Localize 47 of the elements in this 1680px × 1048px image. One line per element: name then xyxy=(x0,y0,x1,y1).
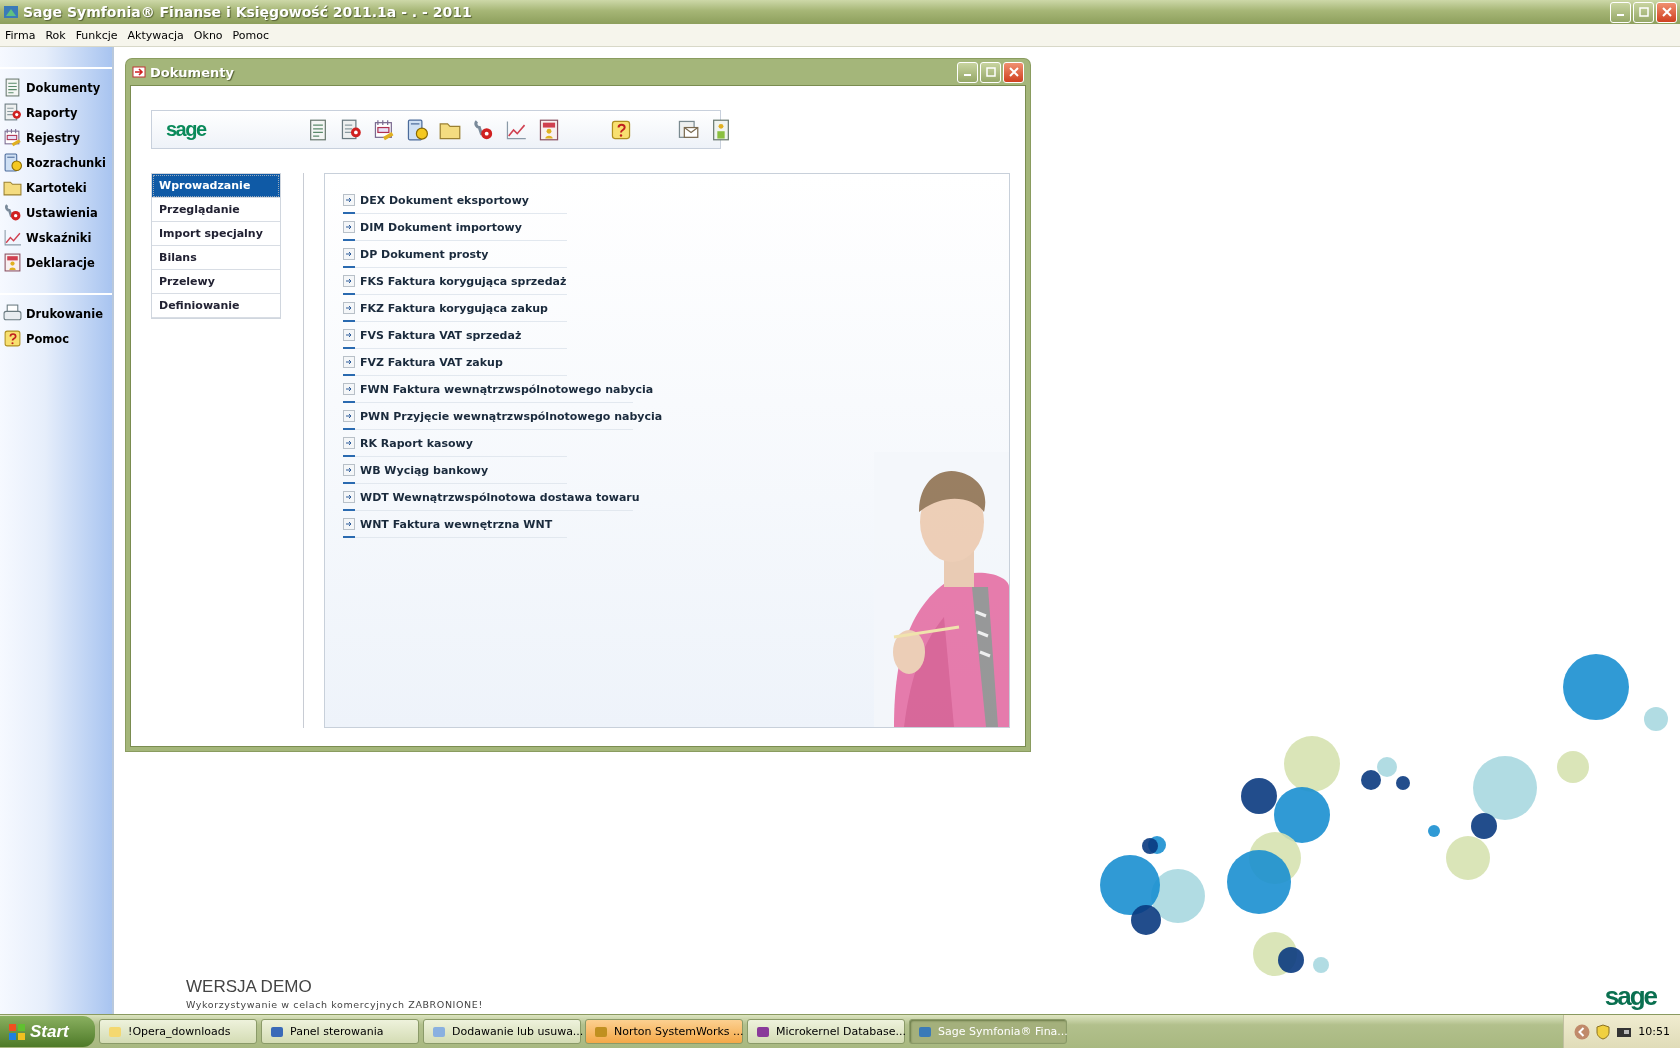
document-link[interactable]: WNT Faktura wewnętrzna WNT xyxy=(360,517,553,531)
menu-item[interactable]: Funkcje xyxy=(70,28,123,42)
document-link[interactable]: FKZ Faktura korygująca zakup xyxy=(360,301,548,315)
nav-tab[interactable]: Definiowanie xyxy=(152,294,280,318)
nav-tab[interactable]: Import specjalny xyxy=(152,222,280,246)
sidebar-item[interactable]: Deklaracje xyxy=(26,255,95,270)
edition-label: WERSJA DEMO xyxy=(186,977,313,997)
document-link[interactable]: FVZ Faktura VAT zakup xyxy=(360,355,503,369)
nav-tab[interactable]: Wprowadzanie xyxy=(152,174,280,198)
sidebar-item[interactable]: Rejestry xyxy=(26,130,80,145)
menu-item[interactable]: Aktywacja xyxy=(122,28,189,42)
document-link[interactable]: WDT Wewnątrzwspólnotowa dostawa towaru xyxy=(360,490,640,504)
sidebar-item[interactable]: Rozrachunki xyxy=(26,155,106,170)
sage-logo: sage xyxy=(1604,981,1656,1012)
document-link[interactable]: WB Wyciąg bankowy xyxy=(360,463,489,477)
sage-logo: sage xyxy=(166,118,206,141)
taskbar-button[interactable]: Microkernel Database... xyxy=(747,1019,905,1044)
menu-item[interactable]: Okno xyxy=(188,28,228,42)
nav-tab[interactable]: Bilans xyxy=(152,246,280,270)
sidebar-item[interactable]: Pomoc xyxy=(26,331,70,346)
window-title: Sage Symfonia® Finanse i Księgowość 2011.1a - . - 2011 xyxy=(23,4,473,20)
document-link[interactable]: DIM Dokument importowy xyxy=(360,220,522,234)
sidebar-item[interactable]: Raporty xyxy=(26,105,78,120)
taskbar-button[interactable]: !Opera_downloads xyxy=(99,1019,257,1044)
document-link[interactable]: DP Dokument prosty xyxy=(360,247,489,261)
document-link[interactable]: FWN Faktura wewnątrzwspólnotowego nabycia xyxy=(360,382,654,396)
menu-item[interactable]: Rok xyxy=(40,28,71,42)
clock: 10:51 xyxy=(1638,1025,1670,1038)
sidebar-item[interactable]: Drukowanie xyxy=(26,306,103,321)
sidebar-item[interactable]: Wskaźniki xyxy=(26,230,92,245)
taskbar-button[interactable]: Norton SystemWorks ... xyxy=(585,1019,743,1044)
taskbar-button[interactable]: Dodawanie lub usuwa... xyxy=(423,1019,581,1044)
nav-tab[interactable]: Przeglądanie xyxy=(152,198,280,222)
document-link[interactable]: RK Raport kasowy xyxy=(360,436,473,450)
menu-item[interactable]: Pomoc xyxy=(227,28,275,42)
nav-tab[interactable]: Przelewy xyxy=(152,270,280,294)
taskbar-button[interactable]: Panel sterowania xyxy=(261,1019,419,1044)
window-title: Dokumenty xyxy=(150,64,235,80)
sidebar-item[interactable]: Dokumenty xyxy=(26,80,101,95)
sidebar-item[interactable]: Ustawienia xyxy=(26,205,98,220)
document-link[interactable]: FKS Faktura korygująca sprzedaż xyxy=(360,274,567,288)
sidebar-item[interactable]: Kartoteki xyxy=(26,180,87,195)
document-link[interactable]: PWN Przyjęcie wewnątrzwspólnotowego nabycia xyxy=(360,409,663,423)
menu-item[interactable]: Firma xyxy=(0,28,41,42)
notice-text: Wykorzystywanie w celach komercyjnych ZABRONIONE! xyxy=(186,999,483,1010)
document-link[interactable]: FVS Faktura VAT sprzedaż xyxy=(360,328,522,342)
document-link[interactable]: DEX Dokument eksportowy xyxy=(360,193,529,207)
